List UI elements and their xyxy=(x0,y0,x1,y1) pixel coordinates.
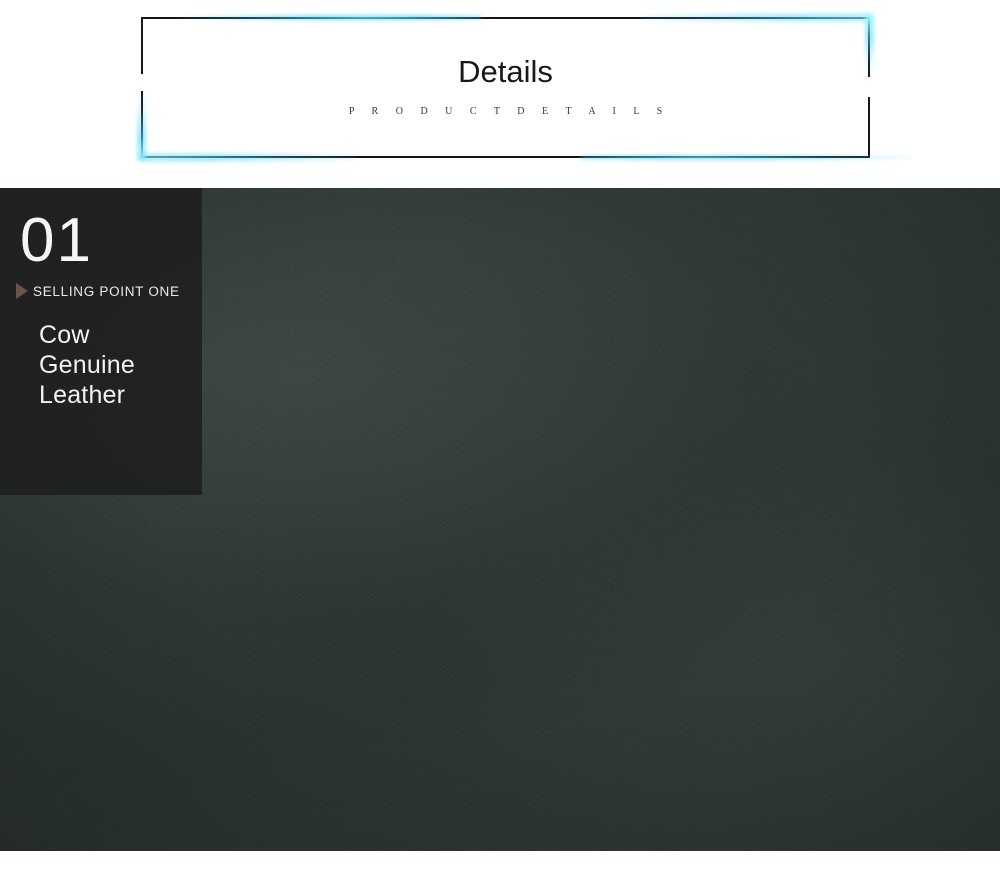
header-text-group: Details P R O D U C T D E T A I L S xyxy=(141,17,870,158)
selling-point-tag-row: SELLING POINT ONE xyxy=(16,283,202,300)
footer-spacer xyxy=(0,851,1000,880)
page-title: Details xyxy=(458,53,553,89)
header-section: Details P R O D U C T D E T A I L S xyxy=(0,0,1000,188)
headline-line-2: Genuine xyxy=(39,351,135,380)
headline-line-3: Leather xyxy=(39,381,126,410)
selling-point-tag-label: SELLING POINT ONE xyxy=(33,283,180,299)
headline-line-1: Cow xyxy=(39,321,90,350)
page-subtitle: P R O D U C T D E T A I L S xyxy=(348,105,670,117)
details-header-frame: Details P R O D U C T D E T A I L S xyxy=(137,13,911,162)
selling-point-panel: 01 SELLING POINT ONE Cow Genuine Leather xyxy=(0,188,202,495)
play-triangle-icon xyxy=(16,283,28,300)
selling-point-headline: Cow Genuine Leather xyxy=(39,320,202,410)
selling-point-number: 01 xyxy=(20,206,93,275)
